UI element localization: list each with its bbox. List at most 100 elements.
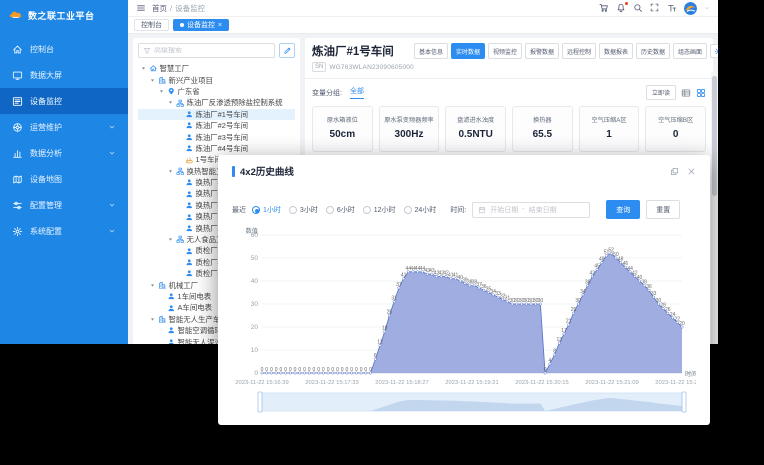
svg-text:0: 0 bbox=[289, 367, 292, 373]
radio-6h[interactable]: 6小时 bbox=[326, 205, 355, 215]
history-data-button[interactable]: 历史数据 bbox=[636, 43, 670, 59]
tree-node[interactable]: 炼油厂#1号车间 bbox=[138, 109, 295, 120]
tree-node[interactable]: 智慧工厂 bbox=[138, 63, 295, 74]
cart-icon[interactable] bbox=[599, 3, 609, 13]
scrollbar[interactable] bbox=[711, 72, 718, 344]
scrollbar-thumb[interactable] bbox=[712, 76, 717, 196]
font-size-icon[interactable] bbox=[667, 3, 677, 13]
sidebar-item-system-config[interactable]: 系统配置 bbox=[0, 218, 128, 244]
radio-12h[interactable]: 12小时 bbox=[363, 205, 396, 215]
video-monitor-button[interactable]: 视频监控 bbox=[488, 43, 522, 59]
alarm-data-button[interactable]: 报警数据 bbox=[525, 43, 559, 59]
sidebar-item-label: 配置管理 bbox=[30, 200, 62, 211]
radio-label: 6小时 bbox=[337, 205, 355, 215]
reset-button[interactable]: 重置 bbox=[646, 200, 680, 219]
tree-edit-button[interactable] bbox=[279, 43, 295, 58]
svg-text:2023-11-22 15:18:27: 2023-11-22 15:18:27 bbox=[375, 380, 428, 386]
basic-info-button[interactable]: 基本信息 bbox=[414, 43, 448, 59]
tree-node[interactable]: 新兴产业项目 bbox=[138, 74, 295, 85]
variable-card[interactable]: 空气压缩B区0 bbox=[645, 106, 706, 152]
maximize-icon[interactable] bbox=[670, 167, 679, 176]
avatar[interactable] bbox=[684, 2, 697, 15]
sidebar-item-device-monitor[interactable]: 设备监控 bbox=[0, 88, 128, 114]
person-icon bbox=[167, 326, 176, 335]
realtime-data-button[interactable]: 实时数据 bbox=[451, 43, 485, 59]
svg-text:0: 0 bbox=[317, 367, 320, 373]
device-action-buttons: 基本信息实时数据视频监控报警数据远程控制数据报表历史数据组态画面 bbox=[414, 43, 718, 59]
sidebar-item-console[interactable]: 控制台 bbox=[0, 36, 128, 62]
building-icon bbox=[158, 281, 167, 290]
tree-node[interactable]: 广东省 bbox=[138, 86, 295, 97]
tab-active-dot bbox=[180, 23, 184, 27]
scada-view-button[interactable]: 组态画面 bbox=[673, 43, 707, 59]
radio-24h[interactable]: 24小时 bbox=[404, 205, 437, 215]
sidebar-item-config-mgmt[interactable]: 配置管理 bbox=[0, 192, 128, 218]
collapse-menu-icon[interactable] bbox=[136, 3, 146, 13]
radio-dot bbox=[326, 206, 334, 214]
read-now-button[interactable]: 立即读 bbox=[646, 85, 676, 100]
variable-card[interactable]: 原水箱液位50cm bbox=[312, 106, 373, 152]
close-icon[interactable] bbox=[687, 167, 696, 176]
search-icon[interactable] bbox=[633, 3, 643, 13]
tree-node[interactable]: 炼油厂#2号车间 bbox=[138, 120, 295, 131]
person-icon bbox=[185, 178, 194, 187]
person-icon bbox=[185, 213, 194, 222]
tree-search-box[interactable] bbox=[138, 43, 275, 58]
variable-card[interactable]: 换热器65.5 bbox=[512, 106, 573, 152]
tree-caret-icon[interactable] bbox=[158, 88, 165, 95]
tree-caret-icon[interactable] bbox=[149, 282, 156, 289]
tab-close-icon[interactable]: × bbox=[218, 22, 222, 29]
bell-icon[interactable] bbox=[616, 3, 626, 13]
tree-search-input[interactable] bbox=[154, 47, 270, 54]
radio-3h[interactable]: 3小时 bbox=[289, 205, 318, 215]
variable-name: 原水箱液位 bbox=[327, 118, 358, 125]
tree-caret-icon[interactable] bbox=[167, 99, 174, 106]
tree-node[interactable]: 炼油厂#3号车间 bbox=[138, 131, 295, 142]
variable-card[interactable]: 空气压缩A区1 bbox=[579, 106, 640, 152]
sidebar-item-operations[interactable]: 运营维护 bbox=[0, 114, 128, 140]
radio-1h[interactable]: 1小时 bbox=[252, 205, 281, 215]
sidebar-item-device-map[interactable]: 设备地图 bbox=[0, 166, 128, 192]
tree-node[interactable]: 炼油厂反渗透预除盐控制系统 bbox=[138, 97, 295, 108]
svg-text:42: 42 bbox=[590, 270, 596, 276]
tree-node-label: 新兴产业项目 bbox=[169, 75, 213, 86]
tab-console[interactable]: 控制台 bbox=[134, 19, 169, 31]
calendar-icon bbox=[478, 206, 486, 214]
breadcrumb-home[interactable]: 首页 bbox=[152, 3, 167, 14]
query-button[interactable]: 查询 bbox=[606, 200, 640, 219]
sidebar-item-data-screen[interactable]: 数据大屏 bbox=[0, 62, 128, 88]
tab-device-monitor[interactable]: 设备监控× bbox=[173, 19, 229, 31]
date-range-picker[interactable]: 开始日期 - 结束日期 bbox=[472, 202, 590, 218]
sidebar-item-label: 系统配置 bbox=[30, 226, 62, 237]
list-view-icon[interactable] bbox=[681, 88, 691, 98]
user-menu-caret-icon[interactable] bbox=[704, 5, 710, 11]
svg-text:0: 0 bbox=[360, 367, 363, 373]
tree-caret-icon[interactable] bbox=[149, 316, 156, 323]
tree-node[interactable]: 炼油厂#4号车间 bbox=[138, 143, 295, 154]
history-line-chart[interactable]: 0102030405060000000000000000000000000612… bbox=[232, 227, 696, 419]
tab-label: 控制台 bbox=[141, 20, 162, 30]
fullscreen-icon[interactable] bbox=[650, 3, 660, 13]
svg-text:0: 0 bbox=[294, 367, 297, 373]
variable-name: 原水泵变频器频率 bbox=[384, 118, 434, 125]
variable-card[interactable]: 原水泵变频器频率300Hz bbox=[379, 106, 440, 152]
variable-card[interactable]: 盘滤进水浊度0.5NTU bbox=[445, 106, 506, 152]
tree-caret-icon[interactable] bbox=[140, 65, 147, 72]
tree-node-label: 炼油厂#4号车间 bbox=[196, 143, 249, 154]
tree-caret-icon[interactable] bbox=[167, 236, 174, 243]
svg-text:0: 0 bbox=[280, 367, 283, 373]
sidebar-item-label: 运营维护 bbox=[30, 122, 62, 133]
remote-control-button[interactable]: 远程控制 bbox=[562, 43, 596, 59]
variable-name: 换热器 bbox=[533, 118, 552, 125]
tree-caret-icon[interactable] bbox=[167, 168, 174, 175]
notification-badge bbox=[624, 1, 629, 6]
panel-settings-button[interactable] bbox=[710, 44, 718, 58]
svg-text:50: 50 bbox=[251, 255, 259, 262]
data-report-button[interactable]: 数据报表 bbox=[599, 43, 633, 59]
group-tab-all[interactable]: 全部 bbox=[350, 86, 364, 99]
grid-view-icon[interactable] bbox=[696, 88, 706, 98]
sidebar-item-data-analysis[interactable]: 数据分析 bbox=[0, 140, 128, 166]
tree-caret-icon[interactable] bbox=[149, 77, 156, 84]
sidebar-item-label: 设备监控 bbox=[30, 96, 62, 107]
sidebar-item-label: 数据大屏 bbox=[30, 70, 62, 81]
